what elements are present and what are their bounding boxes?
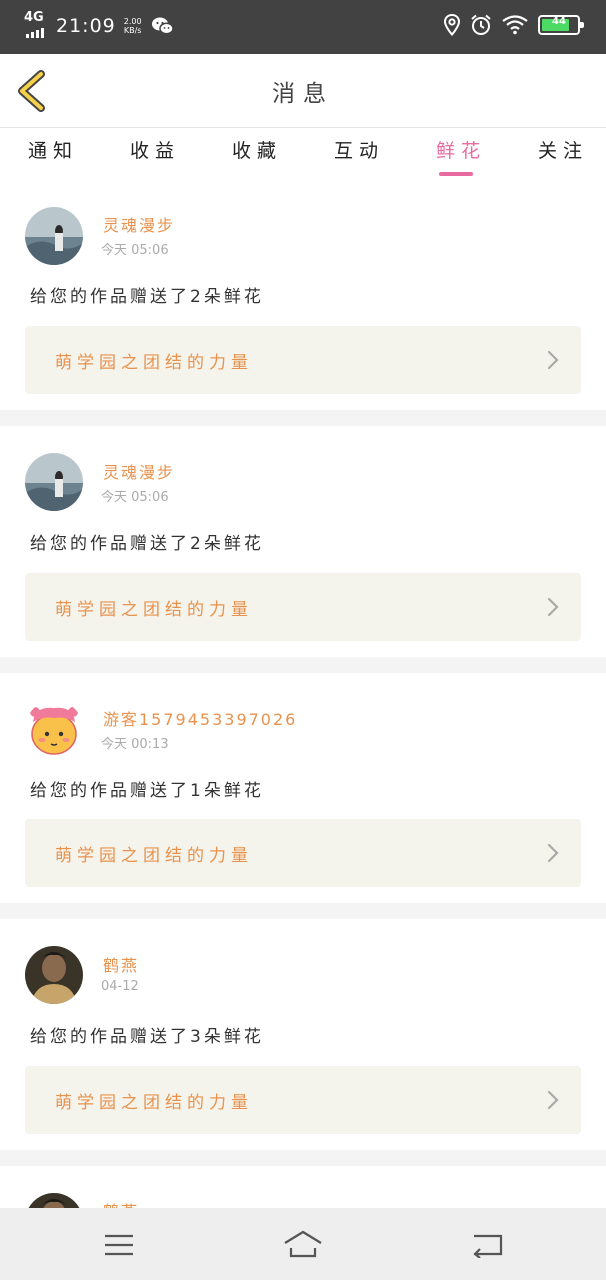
message-card: 游客1579453397026 今天 00:13 给您的作品赠送了1朵鲜花 萌学… bbox=[0, 673, 606, 903]
chevron-right-icon bbox=[547, 1090, 559, 1110]
signal-icon: 4G bbox=[24, 10, 50, 40]
message-time: 今天 05:06 bbox=[101, 490, 169, 505]
work-title: 萌学园之团结的力量 bbox=[55, 846, 253, 866]
work-title: 萌学园之团结的力量 bbox=[55, 353, 253, 373]
chevron-right-icon bbox=[547, 843, 559, 863]
chevron-right-icon bbox=[547, 597, 559, 617]
message-card: 鹤燕 bbox=[0, 1166, 606, 1208]
divider bbox=[0, 903, 606, 919]
message-text: 给您的作品赠送了1朵鲜花 bbox=[30, 781, 264, 801]
work-title: 萌学园之团结的力量 bbox=[55, 600, 253, 620]
username[interactable]: 鹤燕 bbox=[103, 1198, 139, 1208]
divider bbox=[0, 657, 606, 673]
tab-bar: 通知 收益 收藏 互动 鲜花 关注 bbox=[0, 128, 606, 180]
avatar[interactable] bbox=[25, 207, 83, 265]
home-icon[interactable] bbox=[283, 1230, 323, 1258]
tab-notifications[interactable]: 通知 bbox=[28, 136, 78, 163]
work-link[interactable]: 萌学园之团结的力量 bbox=[25, 1066, 581, 1134]
work-title: 萌学园之团结的力量 bbox=[55, 1093, 253, 1113]
location-icon bbox=[444, 14, 460, 36]
message-text: 给您的作品赠送了3朵鲜花 bbox=[30, 1027, 264, 1047]
message-text: 给您的作品赠送了2朵鲜花 bbox=[30, 287, 264, 307]
tab-following[interactable]: 关注 bbox=[538, 136, 588, 163]
tab-flowers[interactable]: 鲜花 bbox=[436, 136, 486, 163]
avatar[interactable] bbox=[25, 946, 83, 1004]
avatar[interactable] bbox=[25, 700, 83, 758]
tab-favorites[interactable]: 收藏 bbox=[232, 136, 282, 163]
work-link[interactable]: 萌学园之团结的力量 bbox=[25, 326, 581, 394]
message-card: 灵魂漫步 今天 05:06 给您的作品赠送了2朵鲜花 萌学园之团结的力量 bbox=[0, 180, 606, 410]
message-text: 给您的作品赠送了2朵鲜花 bbox=[30, 534, 264, 554]
message-card: 灵魂漫步 今天 05:06 给您的作品赠送了2朵鲜花 萌学园之团结的力量 bbox=[0, 426, 606, 656]
username[interactable]: 游客1579453397026 bbox=[103, 706, 297, 730]
speed-unit: KB/s bbox=[123, 26, 142, 35]
page-title: 消息 bbox=[272, 81, 334, 107]
wechat-icon bbox=[151, 17, 174, 35]
alarm-icon bbox=[471, 14, 491, 35]
system-nav-bar bbox=[0, 1208, 606, 1280]
divider bbox=[0, 1150, 606, 1166]
menu-icon[interactable] bbox=[104, 1233, 134, 1257]
username[interactable]: 灵魂漫步 bbox=[103, 459, 175, 483]
tab-earnings[interactable]: 收益 bbox=[130, 136, 180, 163]
speed-value: 2.00 bbox=[123, 17, 142, 26]
status-time: 21:09 bbox=[56, 15, 116, 37]
avatar[interactable] bbox=[25, 1193, 83, 1208]
message-time: 今天 00:13 bbox=[101, 737, 169, 752]
message-card: 鹤燕 04-12 给您的作品赠送了3朵鲜花 萌学园之团结的力量 bbox=[0, 919, 606, 1149]
back-icon[interactable] bbox=[472, 1232, 504, 1258]
username[interactable]: 灵魂漫步 bbox=[103, 212, 175, 236]
status-bar: 4G 21:09 2.00 KB/s 44 bbox=[0, 0, 606, 54]
chevron-right-icon bbox=[547, 350, 559, 370]
wifi-icon bbox=[502, 15, 528, 35]
app-header: 消息 bbox=[0, 54, 606, 128]
message-time: 04-12 bbox=[101, 979, 139, 994]
message-time: 今天 05:06 bbox=[101, 243, 169, 258]
battery-icon: 44 bbox=[538, 15, 584, 35]
avatar[interactable] bbox=[25, 453, 83, 511]
battery-level: 44 bbox=[552, 16, 566, 27]
work-link[interactable]: 萌学园之团结的力量 bbox=[25, 819, 581, 887]
network-speed: 2.00 KB/s bbox=[124, 17, 142, 35]
work-link[interactable]: 萌学园之团结的力量 bbox=[25, 573, 581, 641]
divider bbox=[0, 410, 606, 426]
tab-interactions[interactable]: 互动 bbox=[334, 136, 384, 163]
active-tab-indicator bbox=[439, 172, 473, 176]
username[interactable]: 鹤燕 bbox=[103, 952, 139, 976]
network-type: 4G bbox=[24, 10, 44, 25]
